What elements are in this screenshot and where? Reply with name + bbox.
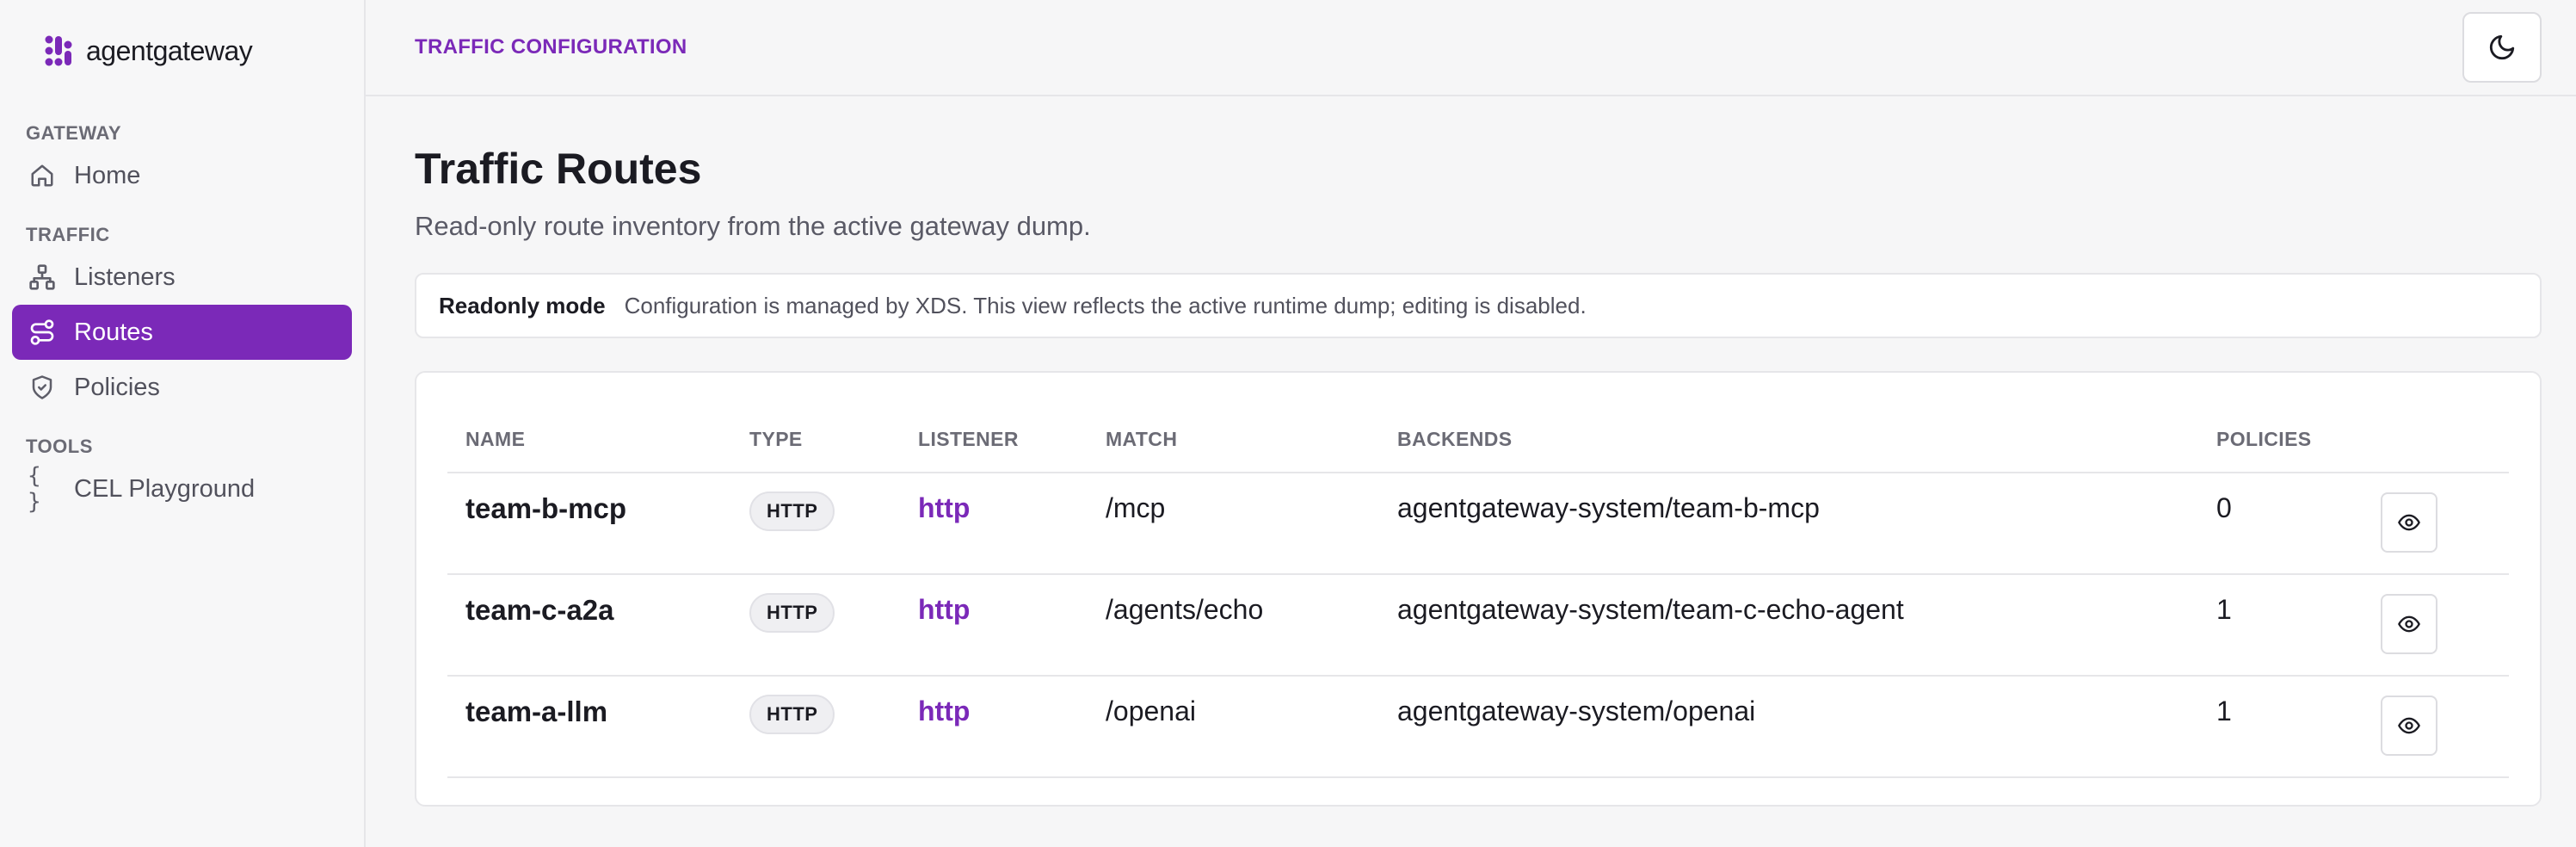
listener-link[interactable]: http [918,696,970,726]
listener-link[interactable]: http [918,492,970,523]
page-subtitle: Read-only route inventory from the activ… [415,211,1091,241]
route-type-cell: HTTP [731,473,900,575]
row-actions [2381,473,2509,575]
brand[interactable]: agentgateway [12,0,352,102]
topbar: TRAFFIC CONFIGURATION [366,0,2576,96]
sidebar-item-label: Listeners [74,263,176,291]
column-header-listener: LISTENER [900,407,1088,473]
sidebar-item-routes[interactable]: Routes [12,305,352,360]
sidebar: agentgateway GATEWAY Home TRAFFIC Listen… [0,0,366,847]
app-root: agentgateway GATEWAY Home TRAFFIC Listen… [0,0,2576,847]
brand-name: agentgateway [86,34,253,66]
route-policies-count: 1 [2198,574,2381,677]
route-name: team-c-a2a [447,574,731,677]
column-header-backends: BACKENDS [1379,407,2198,473]
route-name: team-b-mcp [447,473,731,575]
route-backends: agentgateway-system/team-b-mcp [1379,473,2198,575]
sidebar-item-label: Policies [74,373,160,401]
column-header-policies: POLICIES [2198,407,2381,473]
readonly-notice: Readonly mode Configuration is managed b… [415,273,2542,338]
nav-group-label: GATEWAY [26,122,122,144]
row-actions [2381,574,2509,677]
column-header-type: TYPE [731,407,900,473]
nav-group-traffic: TRAFFIC Listeners Routes Policies [12,220,352,415]
table-row[interactable]: team-c-a2a HTTP http /agents/echo agentg… [447,574,2509,677]
nav-group-label: TRAFFIC [26,224,110,245]
page-content: Traffic Routes Read-only route inventory… [366,144,2576,807]
nav-group-tools: TOOLS { } CEL Playground [12,432,352,516]
moon-icon [2489,34,2515,60]
route-match: /mcp [1088,473,1379,575]
type-badge: HTTP [749,695,835,734]
eye-icon [2398,514,2420,531]
type-badge: HTTP [749,593,835,633]
route-backends: agentgateway-system/team-c-echo-agent [1379,574,2198,677]
eye-icon [2398,615,2420,633]
routes-table-card: NAME TYPE LISTENER MATCH BACKENDS POLICI… [415,371,2542,807]
eye-icon [2398,717,2420,734]
route-backends: agentgateway-system/openai [1379,676,2198,778]
notice-title: Readonly mode [439,292,606,318]
sidebar-item-label: Home [74,161,141,189]
agentgateway-logo-icon [45,35,72,66]
home-icon [28,161,57,190]
view-route-button[interactable] [2381,696,2437,756]
network-icon [28,263,57,292]
table-row[interactable]: team-b-mcp HTTP http /mcp agentgateway-s… [447,473,2509,575]
route-listener-cell: http [900,574,1088,677]
table-row[interactable]: team-a-llm HTTP http /openai agentgatewa… [447,676,2509,778]
route-match: /agents/echo [1088,574,1379,677]
type-badge: HTTP [749,492,835,531]
shield-check-icon [28,373,57,402]
route-policies-count: 1 [2198,676,2381,778]
nav-group-gateway: GATEWAY Home [12,119,352,203]
route-type-cell: HTTP [731,574,900,677]
listener-link[interactable]: http [918,594,970,625]
nav-group-label: TOOLS [26,436,93,457]
sidebar-item-cel-playground[interactable]: { } CEL Playground [12,461,352,516]
route-match: /openai [1088,676,1379,778]
section-label: TRAFFIC CONFIGURATION [415,35,687,59]
route-name: team-a-llm [447,676,731,778]
column-header-actions [2381,407,2509,473]
sidebar-item-label: Routes [74,318,153,346]
sidebar-item-home[interactable]: Home [12,148,352,203]
main-content: TRAFFIC CONFIGURATION Traffic Routes Rea… [366,0,2576,847]
sidebar-item-listeners[interactable]: Listeners [12,250,352,305]
notice-text: Configuration is managed by XDS. This vi… [624,292,1587,318]
route-icon [28,318,57,347]
table-header-row: NAME TYPE LISTENER MATCH BACKENDS POLICI… [447,407,2509,473]
row-actions [2381,676,2509,778]
column-header-match: MATCH [1088,407,1379,473]
theme-toggle-button[interactable] [2462,12,2542,83]
route-policies-count: 0 [2198,473,2381,575]
page-title: Traffic Routes [415,145,702,193]
sidebar-item-policies[interactable]: Policies [12,360,352,415]
view-route-button[interactable] [2381,492,2437,553]
routes-table: NAME TYPE LISTENER MATCH BACKENDS POLICI… [447,407,2509,778]
column-header-name: NAME [447,407,731,473]
route-listener-cell: http [900,473,1088,575]
route-listener-cell: http [900,676,1088,778]
braces-icon: { } [28,463,43,515]
view-route-button[interactable] [2381,594,2437,654]
sidebar-item-label: CEL Playground [74,474,256,503]
route-type-cell: HTTP [731,676,900,778]
